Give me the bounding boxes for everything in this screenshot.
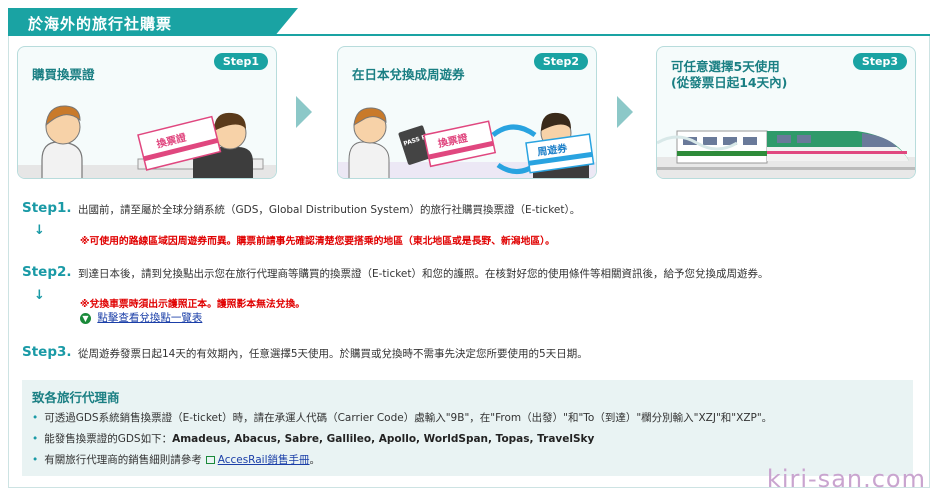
- agency-info-box: 致各旅行代理商 • 可透過GDS系統銷售換票證（E-ticket）時，請在承運人代…: [22, 380, 913, 476]
- train-illustration: [657, 130, 915, 178]
- agency-item-1: • 可透過GDS系統銷售換票證（E-ticket）時，請在承運人代碼（Carrie…: [32, 410, 772, 425]
- agency-item-2: • 能發售換票證的GDS如下：Amadeus, Abacus, Sabre, Ga…: [32, 431, 594, 446]
- step3-card: Step3 可任意選擇5天使用 (從發票日起14天內): [656, 46, 916, 179]
- section-header: 於海外的旅行社購票: [8, 8, 930, 36]
- exchange-point-link-row: ▼ 點擊查看兌換點一覽表: [80, 310, 202, 325]
- accesrail-manual-link[interactable]: AccesRail銷售手冊: [218, 454, 310, 466]
- agency-item-3: • 有關旅行代理商的銷售細則請參考 AccesRail銷售手冊。: [32, 452, 320, 467]
- ticket-purchase-illustration: 換票證: [18, 105, 276, 178]
- step1-card: Step1 購買換票證 換票證: [17, 46, 277, 179]
- agency-item-3-prefix: 有關旅行代理商的銷售細則請參考: [44, 454, 202, 466]
- agency-item-1-text: 可透過GDS系統銷售換票證（E-ticket）時，請在承運人代碼（Carrier…: [44, 412, 773, 424]
- step3-text: 從周遊券發票日起14天的有效期內，任意選擇5天使用。於購買或兌換時不需事先決定您…: [78, 348, 588, 360]
- step3-label: Step3.: [22, 344, 72, 360]
- step2-card: Step2 在日本兌換成周遊券 PASS PORT 換票證 周遊券: [337, 46, 597, 179]
- arrow-down-icon: ↓: [34, 288, 45, 303]
- step2-label: Step2.: [22, 264, 72, 280]
- gds-list: Amadeus, Abacus, Sabre, Gallileo, Apollo…: [172, 433, 595, 445]
- agency-item-3-suffix: 。: [309, 454, 321, 466]
- bullet-icon: •: [32, 412, 39, 424]
- exchange-illustration: PASS PORT 換票證 周遊券: [338, 107, 596, 178]
- watermark: kiri-san.com: [766, 465, 926, 493]
- arrow-right-icon: [296, 96, 312, 128]
- step2-text: 到達日本後，請到兌換點出示您在旅行代理商等購買的換票證（E-ticket）和您的…: [78, 268, 769, 280]
- arrow-right-icon: [617, 96, 633, 128]
- external-link-icon: [205, 456, 215, 464]
- exchange-point-list-link[interactable]: 點擊查看兌換點一覽表: [97, 312, 202, 324]
- step1-warning: ※可使用的路線區域因周遊券而異。購票前請事先確認清楚您要搭乘的地區（東北地區或是…: [80, 236, 555, 247]
- bullet-icon: •: [32, 433, 39, 445]
- arrow-down-icon: ↓: [34, 223, 45, 238]
- page-title: 於海外的旅行社購票: [28, 15, 173, 33]
- step1-label: Step1.: [22, 200, 72, 216]
- agency-item-2-prefix: 能發售換票證的GDS如下：: [44, 433, 173, 445]
- chevron-down-icon: ▼: [80, 312, 91, 324]
- step1-text: 出國前，請至屬於全球分銷系統（GDS，Global Distribution S…: [78, 204, 581, 216]
- agency-title: 致各旅行代理商: [32, 390, 120, 405]
- bullet-icon: •: [32, 454, 39, 466]
- step2-warning: ※兌換車票時須出示護照正本。護照影本無法兌換。: [80, 299, 306, 310]
